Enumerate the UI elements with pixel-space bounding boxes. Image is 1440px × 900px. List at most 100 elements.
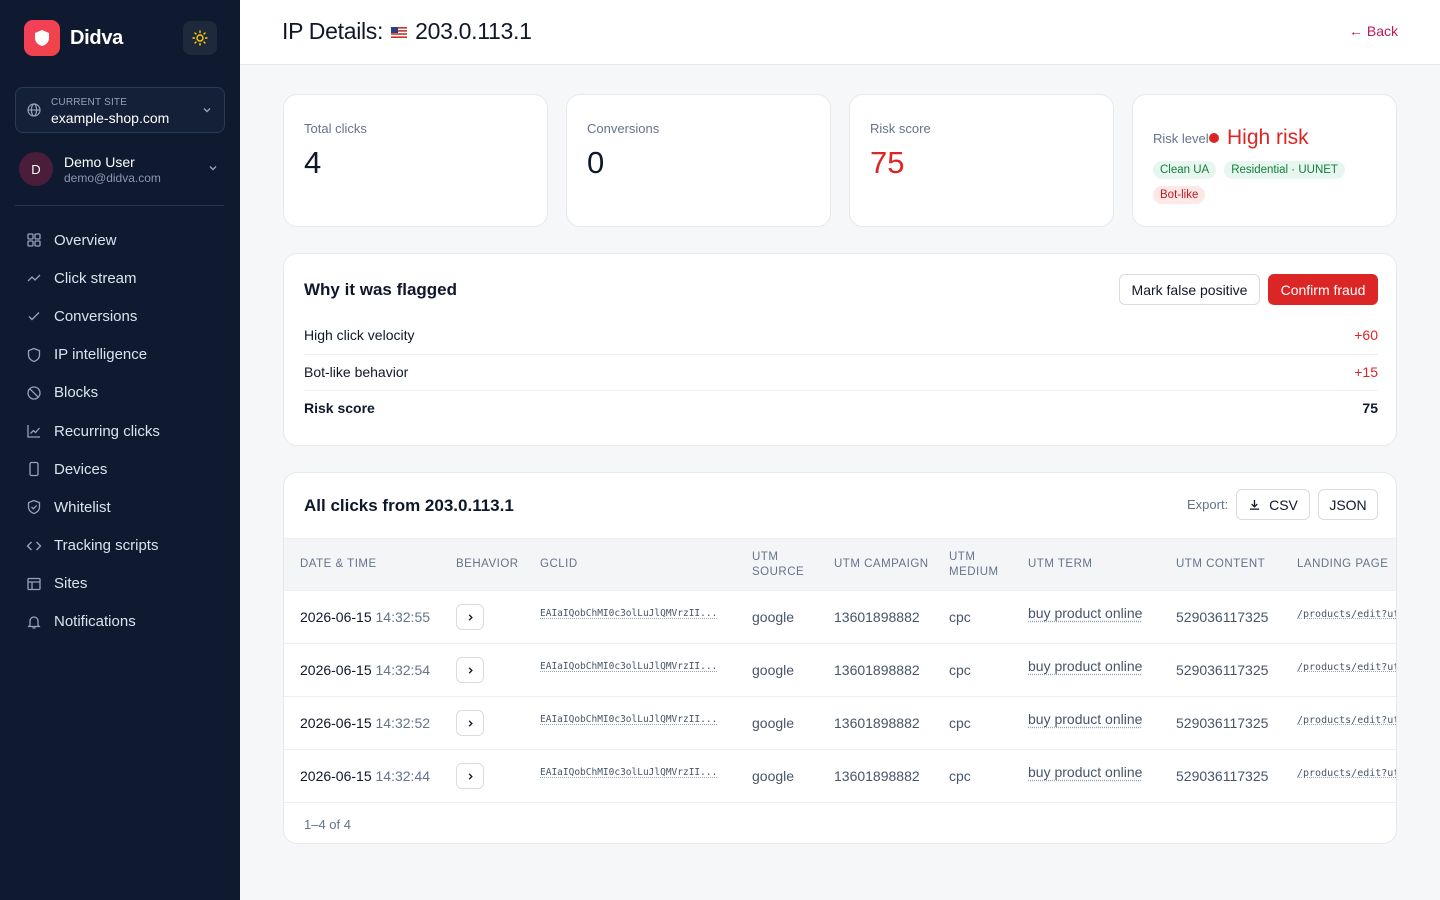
table-row: 2026-06-15 14:32:54 EAIaIQobChMI0c3olLuJ… <box>284 644 1396 697</box>
export-csv-button[interactable]: CSV <box>1236 489 1310 520</box>
sidebar: Didva CURRENT SITE example-shop.com D De… <box>0 0 240 900</box>
cell-utm-content: 529036117325 <box>1176 715 1269 731</box>
site-label: CURRENT SITE <box>51 97 128 108</box>
sidebar-item-label: Click stream <box>54 269 137 287</box>
site-selector[interactable]: CURRENT SITE example-shop.com <box>15 87 225 133</box>
reason-points: +60 <box>1354 327 1378 343</box>
page-header: IP Details: 203.0.113.1 ← Back <box>240 0 1440 65</box>
table-row: 2026-06-15 14:32:44 EAIaIQobChMI0c3olLuJ… <box>284 750 1396 803</box>
csv-label: CSV <box>1269 496 1298 513</box>
tag-bot-like: Bot-like <box>1153 186 1206 204</box>
utm-term-link[interactable]: buy product online <box>1028 711 1142 727</box>
page-title: IP Details: 203.0.113.1 <box>282 18 532 45</box>
date-text: 2026-06-15 <box>300 768 372 784</box>
column-header[interactable]: LANDING PAGE <box>1281 539 1396 591</box>
column-header[interactable]: UTM SOURCE <box>736 539 818 591</box>
cell-utm-content: 529036117325 <box>1176 768 1269 784</box>
behavior-expand-button[interactable] <box>456 710 484 736</box>
column-header[interactable]: DATE & TIME <box>284 539 440 591</box>
column-header[interactable]: UTM MEDIUM <box>933 539 1012 591</box>
user-menu[interactable]: D Demo User demo@didva.com <box>19 152 225 186</box>
cell-gclid: EAIaIQobChMI0c3olLuJlQMVrzII... <box>524 591 736 644</box>
cell-utm-medium: cpc <box>949 662 971 678</box>
clicks-table: DATE & TIME BEHAVIOR GCLID UTM SOURCE UT… <box>284 538 1396 803</box>
mark-false-positive-button[interactable]: Mark false positive <box>1119 274 1260 305</box>
sidebar-item-label: Tracking scripts <box>54 537 159 555</box>
cell-date: 2026-06-15 14:32:55 <box>284 591 440 644</box>
utm-term-link[interactable]: buy product online <box>1028 764 1142 780</box>
sidebar-item-click-stream[interactable]: Click stream <box>15 259 225 297</box>
utm-term-link[interactable]: buy product online <box>1028 658 1142 674</box>
stat-label: Risk level <box>1153 131 1209 146</box>
sidebar-item-label: Overview <box>54 231 117 249</box>
gclid-link[interactable]: EAIaIQobChMI0c3olLuJlQMVrzII... <box>540 714 736 725</box>
behavior-expand-button[interactable] <box>456 604 484 630</box>
utm-term-link[interactable]: buy product online <box>1028 605 1142 621</box>
sidebar-item-tracking-scripts[interactable]: Tracking scripts <box>15 527 225 565</box>
reason-points: +15 <box>1354 364 1378 380</box>
stat-value: 0 <box>587 145 605 180</box>
sidebar-item-sites[interactable]: Sites <box>15 565 225 603</box>
landing-page-link[interactable]: /products/edit?ut <box>1297 715 1396 726</box>
back-link[interactable]: ← Back <box>1349 23 1398 39</box>
cell-landing-page: /products/edit?ut <box>1281 750 1396 803</box>
date-text: 2026-06-15 <box>300 609 372 625</box>
clicks-card: All clicks from 203.0.113.1 Export: CSV … <box>283 472 1397 844</box>
ban-icon <box>27 386 41 400</box>
chevron-right-icon <box>468 772 473 780</box>
page-title-label: IP Details: <box>282 18 384 44</box>
sidebar-item-overview[interactable]: Overview <box>15 221 225 259</box>
table-header-row: DATE & TIME BEHAVIOR GCLID UTM SOURCE UT… <box>284 538 1396 591</box>
trend-icon <box>27 274 41 282</box>
cell-utm-term: buy product online <box>1012 644 1160 697</box>
stat-card-conversions: Conversions 0 <box>566 94 831 227</box>
stat-label: Risk score <box>870 121 931 136</box>
landing-page-link[interactable]: /products/edit?ut <box>1297 662 1396 673</box>
section-title: Why it was flagged <box>304 280 458 299</box>
sidebar-item-notifications[interactable]: Notifications <box>15 603 225 641</box>
check-icon <box>28 312 40 321</box>
gclid-link[interactable]: EAIaIQobChMI0c3olLuJlQMVrzII... <box>540 608 736 619</box>
sidebar-item-conversions[interactable]: Conversions <box>15 297 225 335</box>
stat-card-risk-score: Risk score 75 <box>849 94 1114 227</box>
sidebar-item-whitelist[interactable]: Whitelist <box>15 488 225 526</box>
user-email: demo@didva.com <box>64 171 161 185</box>
risk-level-value: High risk <box>1227 126 1309 149</box>
column-header[interactable]: UTM CAMPAIGN <box>818 539 933 591</box>
gclid-link[interactable]: EAIaIQobChMI0c3olLuJlQMVrzII... <box>540 767 736 778</box>
sidebar-item-recurring-clicks[interactable]: Recurring clicks <box>15 412 225 450</box>
export-json-button[interactable]: JSON <box>1318 489 1378 520</box>
behavior-expand-button[interactable] <box>456 657 484 683</box>
table-icon <box>27 577 41 590</box>
sidebar-item-ip-intelligence[interactable]: IP intelligence <box>15 336 225 374</box>
stat-card-total-clicks: Total clicks 4 <box>283 94 548 227</box>
gclid-link[interactable]: EAIaIQobChMI0c3olLuJlQMVrzII... <box>540 661 736 672</box>
cell-behavior <box>440 697 524 750</box>
column-header[interactable]: UTM TERM <box>1012 539 1160 591</box>
column-header[interactable]: UTM CONTENT <box>1160 539 1281 591</box>
risk-tags: Clean UA Residential · UUNET Bot-like <box>1153 161 1383 204</box>
landing-page-link[interactable]: /products/edit?ut <box>1297 768 1396 779</box>
sidebar-item-blocks[interactable]: Blocks <box>15 374 225 412</box>
cell-gclid: EAIaIQobChMI0c3olLuJlQMVrzII... <box>524 750 736 803</box>
cell-utm-content: 529036117325 <box>1176 609 1269 625</box>
landing-page-link[interactable]: /products/edit?ut <box>1297 609 1396 620</box>
cell-utm-medium: cpc <box>949 715 971 731</box>
date-text: 2026-06-15 <box>300 662 372 678</box>
confirm-fraud-button[interactable]: Confirm fraud <box>1268 274 1378 305</box>
cell-gclid: EAIaIQobChMI0c3olLuJlQMVrzII... <box>524 644 736 697</box>
chevron-right-icon <box>468 719 473 727</box>
brand[interactable]: Didva <box>24 20 123 56</box>
stat-label: Conversions <box>587 121 660 136</box>
chevron-down-icon <box>209 166 217 171</box>
column-header[interactable]: BEHAVIOR <box>440 539 524 591</box>
chevron-right-icon <box>468 666 473 674</box>
stat-card-risk-level: Risk level High risk Clean UA Residentia… <box>1132 94 1397 227</box>
cell-utm-source: google <box>752 768 795 784</box>
theme-toggle-button[interactable] <box>183 21 217 55</box>
chart-icon <box>27 425 40 438</box>
column-header[interactable]: GCLID <box>524 539 736 591</box>
cell-utm-term: buy product online <box>1012 697 1160 750</box>
sidebar-item-devices[interactable]: Devices <box>15 450 225 488</box>
behavior-expand-button[interactable] <box>456 763 484 789</box>
